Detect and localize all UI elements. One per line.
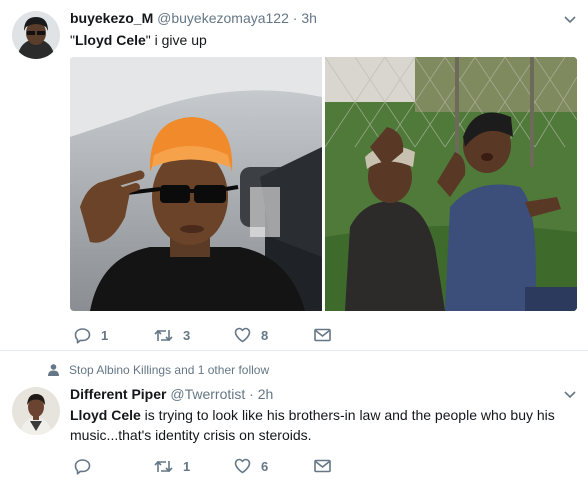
social-context-text: Stop Albino Killings and 1 other follow [69, 363, 270, 377]
tweet-1[interactable]: buyekezo_M @buyekezomaya122 · 3h "Lloyd … [0, 0, 588, 350]
reply-button[interactable] [74, 456, 101, 476]
retweet-count: 3 [183, 327, 191, 343]
photo-1[interactable] [70, 57, 322, 311]
tweet-2[interactable]: Stop Albino Killings and 1 other follow … [0, 351, 588, 485]
heart-icon [234, 458, 251, 474]
timestamp[interactable]: 2h [258, 386, 274, 402]
media-grid[interactable] [70, 57, 577, 311]
mention-bold: Lloyd Cele [74, 32, 146, 48]
photo-2[interactable] [325, 57, 577, 311]
tweet-actions: 1 6 [74, 456, 374, 476]
envelope-icon [314, 459, 331, 473]
direct-message-button[interactable] [314, 325, 331, 345]
reply-button[interactable]: 1 [74, 325, 108, 345]
separator: · [292, 10, 298, 26]
tweet-header: Different Piper @Twerrotist · 2h [70, 386, 273, 402]
timestamp[interactable]: 3h [301, 10, 317, 26]
reply-count: 1 [101, 327, 109, 343]
social-context[interactable]: Stop Albino Killings and 1 other follow [48, 363, 269, 377]
like-button[interactable]: 8 [234, 325, 268, 345]
avatar[interactable] [12, 11, 60, 59]
person-icon [48, 364, 59, 376]
like-count: 8 [261, 327, 269, 343]
reply-icon [74, 327, 91, 344]
separator: · [249, 386, 254, 402]
tweet-header: buyekezo_M @buyekezomaya122 · 3h [70, 10, 317, 26]
tweet-text: "Lloyd Cele" i give up [70, 32, 207, 48]
mention-bold: Lloyd Cele [70, 407, 141, 423]
retweet-button[interactable]: 3 [154, 325, 190, 345]
user-handle[interactable]: @Twerrotist [170, 386, 245, 402]
heart-icon [234, 327, 251, 343]
like-button[interactable]: 6 [234, 456, 268, 476]
direct-message-button[interactable] [314, 456, 331, 476]
like-count: 6 [261, 458, 269, 474]
avatar[interactable] [12, 387, 60, 435]
retweet-button[interactable]: 1 [154, 456, 190, 476]
retweet-icon [154, 460, 173, 472]
tweet-actions: 1 3 8 [74, 325, 374, 345]
chevron-down-icon[interactable] [562, 386, 578, 402]
tweet-text: Lloyd Cele is trying to look like his br… [70, 407, 555, 443]
envelope-icon [314, 328, 331, 342]
retweet-count: 1 [183, 458, 191, 474]
retweet-icon [154, 329, 173, 341]
reply-icon [74, 458, 91, 475]
display-name[interactable]: Different Piper [70, 386, 166, 402]
display-name[interactable]: buyekezo_M [70, 10, 153, 26]
chevron-down-icon[interactable] [562, 11, 578, 27]
user-handle[interactable]: @buyekezomaya122 [157, 10, 289, 26]
